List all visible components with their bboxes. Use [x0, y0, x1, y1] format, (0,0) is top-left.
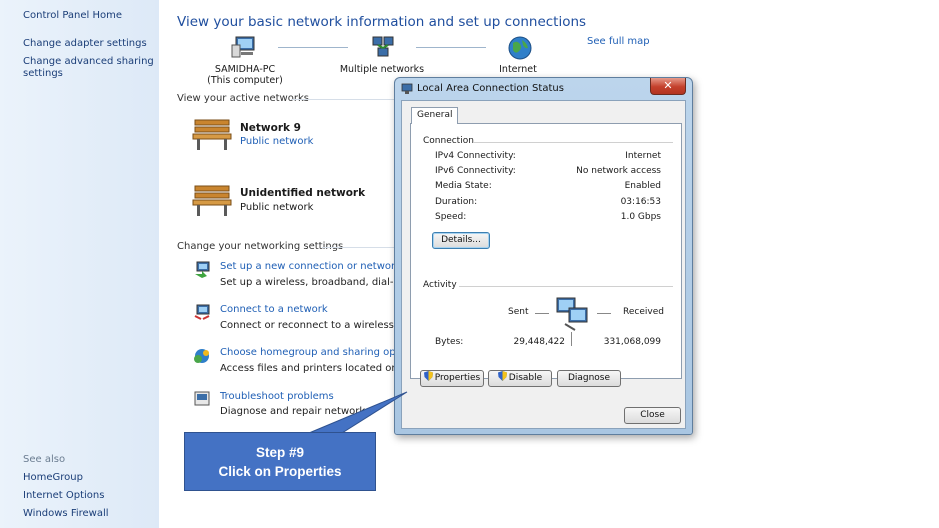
- dialog-title: Local Area Connection Status: [417, 83, 564, 94]
- network-location-text: Public network: [240, 202, 314, 213]
- callout-step: Step #9: [255, 445, 305, 460]
- page-title: View your basic network information and …: [177, 14, 587, 30]
- homegroup-sharing-link[interactable]: Choose homegroup and sharing options: [220, 347, 420, 358]
- this-computer-label: (This computer): [207, 75, 283, 86]
- sent-label: Sent: [508, 307, 529, 317]
- duration-label: Duration:: [435, 197, 478, 207]
- dialog-close-icon[interactable]: ✕: [650, 78, 686, 95]
- duration-value: 03:16:53: [620, 197, 661, 207]
- computer-name: SAMIDHA-PC: [214, 64, 276, 75]
- network-activity-icon: [556, 297, 588, 331]
- this-computer-node: SAMIDHA-PC (This computer): [200, 64, 290, 86]
- troubleshoot-link[interactable]: Troubleshoot problems: [220, 391, 334, 402]
- active-networks-label: View your active networks: [177, 93, 309, 104]
- section-divider: [322, 247, 395, 248]
- bytes-label: Bytes:: [435, 337, 464, 347]
- close-button[interactable]: Close: [624, 407, 681, 424]
- see-also-header: See also: [23, 454, 66, 465]
- local-area-connection-status-dialog: Local Area Connection Status ✕ General C…: [394, 77, 693, 435]
- general-tab-panel: Connection IPv4 Connectivity: Internet I…: [410, 123, 682, 379]
- network-name: Unidentified network: [240, 187, 366, 199]
- activity-group-label: Activity: [423, 280, 457, 290]
- group-divider: [473, 142, 673, 143]
- properties-button[interactable]: Properties: [420, 370, 484, 387]
- troubleshoot-icon: [194, 391, 210, 406]
- internet-globe-icon: [508, 36, 532, 60]
- disable-button-label: Disable: [508, 373, 543, 383]
- network-adapter-icon: [401, 83, 413, 94]
- dialog-body: General Connection IPv4 Connectivity: In…: [401, 100, 686, 429]
- connect-to-network-link[interactable]: Connect to a network: [220, 304, 328, 315]
- homegroup-icon: [194, 349, 209, 363]
- multiple-networks-label: Multiple networks: [339, 64, 425, 75]
- ipv4-value: Internet: [625, 151, 661, 161]
- tab-general[interactable]: General: [411, 107, 459, 124]
- homegroup-link[interactable]: HomeGroup: [23, 472, 83, 484]
- media-state-value: Enabled: [624, 181, 661, 191]
- change-advanced-sharing-link[interactable]: Change advanced sharing: [23, 56, 154, 68]
- uac-shield-icon: [423, 371, 433, 381]
- bytes-sent-value: 29,448,422: [513, 337, 565, 347]
- windows-firewall-link[interactable]: Windows Firewall: [23, 508, 109, 520]
- activity-line: [535, 313, 549, 314]
- ipv6-value: No network access: [576, 166, 661, 176]
- change-adapter-settings-link[interactable]: Change adapter settings: [23, 38, 147, 50]
- left-navigation-pane: Control Panel Home Change adapter settin…: [0, 0, 159, 528]
- disable-button[interactable]: Disable: [488, 370, 552, 387]
- bytes-divider: [571, 332, 572, 346]
- map-link-line: [416, 47, 486, 48]
- change-advanced-sharing-link-line2[interactable]: settings: [23, 68, 63, 80]
- see-full-map-link[interactable]: See full map: [587, 36, 650, 47]
- speed-value: 1.0 Gbps: [620, 212, 661, 222]
- media-state-label: Media State:: [435, 181, 492, 191]
- section-divider: [291, 99, 395, 100]
- activity-line: [597, 313, 611, 314]
- bytes-received-value: 331,068,099: [603, 337, 661, 347]
- network-name: Network 9: [240, 122, 301, 134]
- callout-instruction: Click on Properties: [218, 464, 342, 479]
- setup-connection-link[interactable]: Set up a new connection or network: [220, 261, 401, 272]
- connect-network-icon: [194, 304, 210, 320]
- connection-group-label: Connection: [423, 136, 474, 146]
- uac-shield-icon: [497, 371, 507, 381]
- properties-button-label: Properties: [434, 373, 481, 383]
- park-bench-icon: [192, 119, 232, 150]
- received-label: Received: [623, 307, 664, 317]
- new-connection-icon: [195, 261, 210, 278]
- diagnose-button[interactable]: Diagnose: [557, 370, 621, 387]
- details-button[interactable]: Details...: [432, 232, 490, 249]
- task-description: Diagnose and repair network p: [220, 406, 375, 417]
- speed-label: Speed:: [435, 212, 467, 222]
- park-bench-icon: [192, 185, 232, 216]
- control-panel-home-link[interactable]: Control Panel Home: [23, 10, 122, 22]
- change-settings-label: Change your networking settings: [177, 241, 344, 252]
- internet-options-link[interactable]: Internet Options: [23, 490, 104, 502]
- map-link-line: [278, 47, 348, 48]
- group-divider: [459, 286, 673, 287]
- ipv6-label: IPv6 Connectivity:: [435, 166, 516, 176]
- ipv4-label: IPv4 Connectivity:: [435, 151, 516, 161]
- instruction-callout: Step #9 Click on Properties: [184, 432, 376, 491]
- network-location-link[interactable]: Public network: [240, 136, 313, 147]
- computer-icon: [231, 36, 255, 58]
- internet-label: Internet: [499, 64, 537, 75]
- multiple-networks-icon: [372, 36, 394, 57]
